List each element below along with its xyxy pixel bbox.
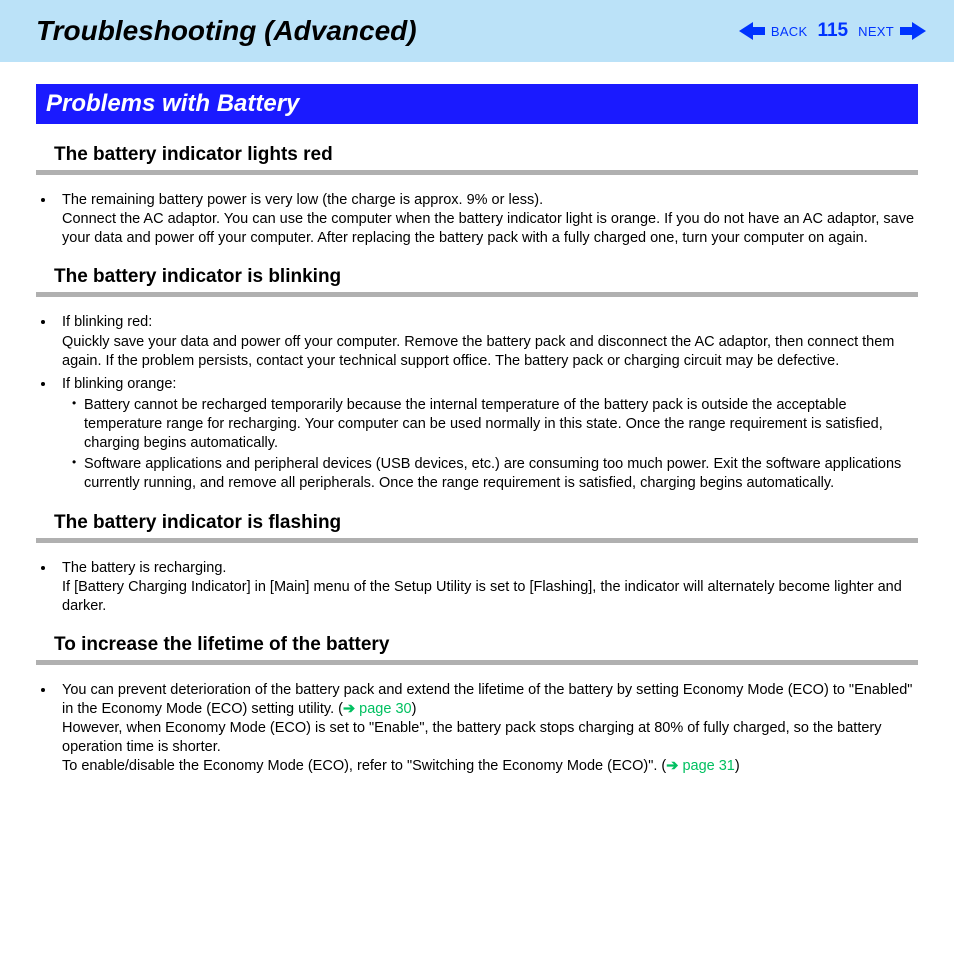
header-bar: Troubleshooting (Advanced) BACK 115 NEXT	[0, 0, 954, 62]
sub-list-item: Battery cannot be recharged temporarily …	[72, 396, 918, 453]
text: The battery is recharging.	[62, 560, 226, 576]
page-number: 115	[817, 20, 848, 42]
subheading-flashing: The battery indicator is flashing	[36, 512, 918, 534]
text: Connect the AC adaptor. You can use the …	[62, 211, 914, 246]
list-item: You can prevent deterioration of the bat…	[56, 681, 918, 777]
subheading-lifetime: To increase the lifetime of the battery	[36, 634, 918, 656]
divider	[36, 170, 918, 175]
arrow-right-icon: ➔	[343, 701, 359, 717]
list-item: The battery is recharging. If [Battery C…	[56, 559, 918, 616]
text: Battery cannot be recharged temporarily …	[84, 397, 883, 451]
text: To enable/disable the Economy Mode (ECO)…	[62, 758, 666, 774]
section-banner: Problems with Battery	[36, 84, 918, 124]
text: If blinking red:	[62, 314, 152, 330]
list-item: If blinking red: Quickly save your data …	[56, 313, 918, 370]
text: )	[412, 701, 417, 717]
subheading-red: The battery indicator lights red	[36, 144, 918, 166]
page-link-30[interactable]: page 30	[359, 701, 411, 717]
list-lifetime: You can prevent deterioration of the bat…	[56, 681, 918, 777]
list-red: The remaining battery power is very low …	[56, 191, 918, 248]
text: If [Battery Charging Indicator] in [Main…	[62, 579, 902, 614]
text: Software applications and peripheral dev…	[84, 456, 901, 491]
text: However, when Economy Mode (ECO) is set …	[62, 720, 882, 755]
list-blinking: If blinking red: Quickly save your data …	[56, 313, 918, 493]
list-item: The remaining battery power is very low …	[56, 191, 918, 248]
subheading-blinking: The battery indicator is blinking	[36, 266, 918, 288]
back-arrow-icon[interactable]	[739, 22, 765, 40]
next-arrow-icon[interactable]	[900, 22, 926, 40]
arrow-right-icon: ➔	[666, 758, 682, 774]
sub-list-orange: Battery cannot be recharged temporarily …	[62, 396, 918, 494]
content-area: Problems with Battery The battery indica…	[0, 62, 954, 811]
text: You can prevent deterioration of the bat…	[62, 682, 912, 717]
divider	[36, 538, 918, 543]
divider	[36, 292, 918, 297]
text: Quickly save your data and power off you…	[62, 334, 894, 369]
list-flashing: The battery is recharging. If [Battery C…	[56, 559, 918, 616]
text: )	[735, 758, 740, 774]
back-link[interactable]: BACK	[771, 24, 808, 39]
text: The remaining battery power is very low …	[62, 192, 543, 208]
divider	[36, 660, 918, 665]
next-link[interactable]: NEXT	[858, 24, 894, 39]
sub-list-item: Software applications and peripheral dev…	[72, 455, 918, 493]
text: If blinking orange:	[62, 376, 176, 392]
list-item: If blinking orange: Battery cannot be re…	[56, 375, 918, 494]
page-link-31[interactable]: page 31	[682, 758, 734, 774]
nav-group: BACK 115 NEXT	[739, 20, 926, 42]
page-title: Troubleshooting (Advanced)	[36, 15, 417, 47]
